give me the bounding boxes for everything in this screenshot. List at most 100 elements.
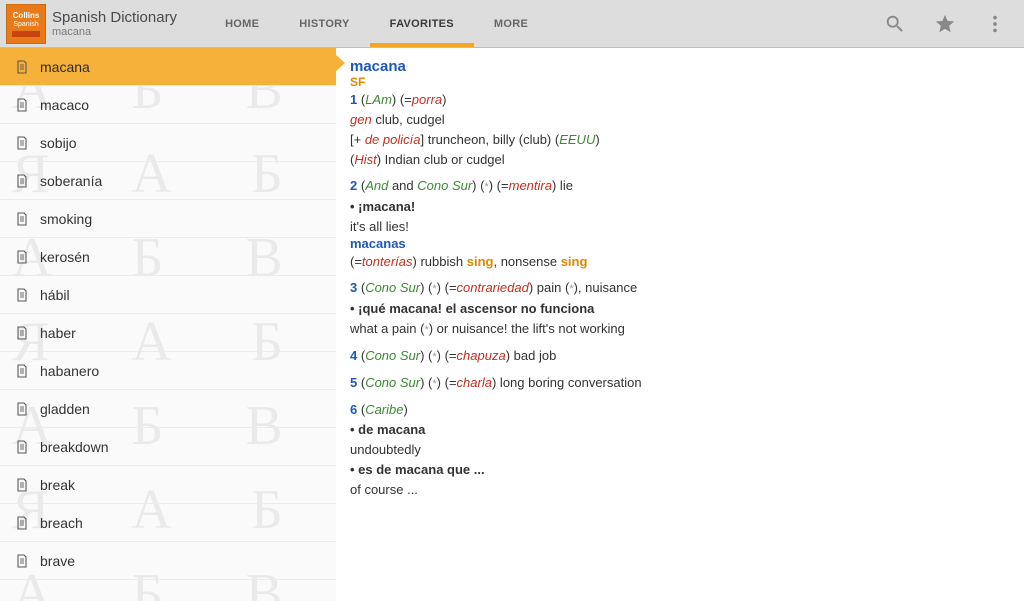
definition-text: bad job (510, 348, 556, 363)
overflow-menu-icon[interactable] (984, 13, 1006, 35)
sense-1d: (Hist) Indian club or cudgel (350, 151, 1016, 169)
sidebar-item-macana[interactable]: macana (0, 48, 336, 86)
sense-3-block: 3 (Cono Sur) (*) (=contrariedad) pain (*… (350, 279, 1016, 339)
document-icon (14, 172, 30, 190)
sense-6-line: 6 (Caribe) (350, 401, 1016, 419)
example-translation: of course ... (350, 481, 1016, 499)
logo-bar (12, 31, 40, 37)
document-icon (14, 324, 30, 342)
document-icon (14, 58, 30, 76)
sidebar-item-label: gladden (40, 401, 90, 417)
document-icon (14, 552, 30, 570)
document-icon (14, 476, 30, 494)
sidebar-item-smoking[interactable]: smoking (0, 200, 336, 238)
title-block: Spanish Dictionary macana (52, 9, 177, 38)
sidebar-item-label: macana (40, 59, 90, 75)
xref: chapuza (457, 348, 506, 363)
sidebar-item-kerosén[interactable]: kerosén (0, 238, 336, 276)
tab-favorites[interactable]: FAVORITES (370, 0, 474, 47)
sense-num: 5 (350, 375, 357, 390)
sidebar-item-label: breach (40, 515, 83, 531)
sense-2-block: 2 (And and Cono Sur) (*) (=mentira) lie … (350, 177, 1016, 271)
sense-1-line: 1 (LAm) (=porra) (350, 91, 1016, 109)
definition-text: lie (556, 178, 573, 193)
tab-home[interactable]: HOME (205, 0, 279, 47)
logo-line1: Collins (13, 11, 40, 20)
region-label: Cono Sur (365, 280, 420, 295)
region-label: LAm (365, 92, 392, 107)
sense-5-line: 5 (Cono Sur) (*) (=charla) long boring c… (350, 374, 1016, 393)
app-logo: Collins Spanish (6, 4, 46, 44)
category: gen (350, 112, 372, 127)
example-phrase: • es de macana que ... (350, 461, 1016, 479)
collocation: de policía (365, 132, 421, 147)
app-body: A Б B Я A Б A Б B Я A Б A Б B Я A Б A Б … (0, 48, 1024, 601)
sidebar-item-hábil[interactable]: hábil (0, 276, 336, 314)
sense-num: 6 (350, 402, 357, 417)
entry-pos: SF (350, 75, 1016, 89)
example-phrase: • ¡macana! (350, 198, 1016, 216)
register-marker: * (432, 283, 436, 295)
document-icon (14, 400, 30, 418)
logo-line2: Spanish (13, 20, 38, 29)
sidebar-item-breach[interactable]: breach (0, 504, 336, 542)
document-icon (14, 134, 30, 152)
sense-1c: [+ de policía] truncheon, billy (club) (… (350, 131, 1016, 149)
sidebar-item-label: hábil (40, 287, 70, 303)
sense-3-line: 3 (Cono Sur) (*) (=contrariedad) pain (*… (350, 279, 1016, 298)
definition-text: club, cudgel (372, 112, 445, 127)
sidebar-item-label: habanero (40, 363, 99, 379)
sidebar-item-macaco[interactable]: macaco (0, 86, 336, 124)
sense-2-line: 2 (And and Cono Sur) (*) (=mentira) lie (350, 177, 1016, 196)
region-label: Cono Sur (365, 348, 420, 363)
app-header: Collins Spanish Spanish Dictionary macan… (0, 0, 1024, 48)
header-actions (884, 13, 1024, 35)
sidebar-item-break[interactable]: break (0, 466, 336, 504)
sidebar-item-label: macaco (40, 97, 89, 113)
sidebar-item-haber[interactable]: haber (0, 314, 336, 352)
word-list-sidebar: A Б B Я A Б A Б B Я A Б A Б B Я A Б A Б … (0, 48, 336, 601)
app-title: Spanish Dictionary (52, 9, 177, 26)
tab-bar: HOMEHISTORYFAVORITESMORE (205, 0, 548, 47)
sidebar-item-brave[interactable]: brave (0, 542, 336, 580)
xref: porra (412, 92, 442, 107)
region-label: Cono Sur (365, 375, 420, 390)
grammar-label: sing (561, 254, 588, 269)
sidebar-item-sobijo[interactable]: sobijo (0, 124, 336, 162)
register-marker: * (484, 181, 488, 193)
region-label: Caribe (365, 402, 403, 417)
example-phrase: • de macana (350, 421, 1016, 439)
sense-3-trans: what a pain (*) or nuisance! the lift's … (350, 320, 1016, 339)
sidebar-item-label: break (40, 477, 75, 493)
xref: mentira (509, 178, 552, 193)
tab-history[interactable]: HISTORY (279, 0, 369, 47)
register-marker: * (432, 378, 436, 390)
entry-headword: macana (350, 58, 1016, 75)
star-icon[interactable] (934, 13, 956, 35)
sense-1b: gen club, cudgel (350, 111, 1016, 129)
sidebar-item-label: breakdown (40, 439, 109, 455)
sidebar-item-label: brave (40, 553, 75, 569)
register-marker: * (432, 351, 436, 363)
sense-4-line: 4 (Cono Sur) (*) (=chapuza) bad job (350, 347, 1016, 366)
entry-content: macana SF 1 (LAm) (=porra) gen club, cud… (336, 48, 1024, 601)
sidebar-item-label: soberanía (40, 173, 102, 189)
sidebar-item-gladden[interactable]: gladden (0, 390, 336, 428)
sidebar-item-breakdown[interactable]: breakdown (0, 428, 336, 466)
search-icon[interactable] (884, 13, 906, 35)
tab-more[interactable]: MORE (474, 0, 548, 47)
document-icon (14, 438, 30, 456)
sidebar-item-soberanía[interactable]: soberanía (0, 162, 336, 200)
sidebar-item-habanero[interactable]: habanero (0, 352, 336, 390)
sidebar-item-label: haber (40, 325, 76, 341)
document-icon (14, 286, 30, 304)
sense-6-block: 6 (Caribe) • de macana undoubtedly • es … (350, 401, 1016, 499)
xref: contrariedad (457, 280, 529, 295)
grammar-label: sing (467, 254, 494, 269)
usage-label: Hist (354, 152, 376, 167)
sense-num: 2 (350, 178, 357, 193)
app-subtitle: macana (52, 26, 177, 38)
region-label: EEUU (559, 132, 595, 147)
sidebar-item-label: sobijo (40, 135, 77, 151)
sense-num: 3 (350, 280, 357, 295)
